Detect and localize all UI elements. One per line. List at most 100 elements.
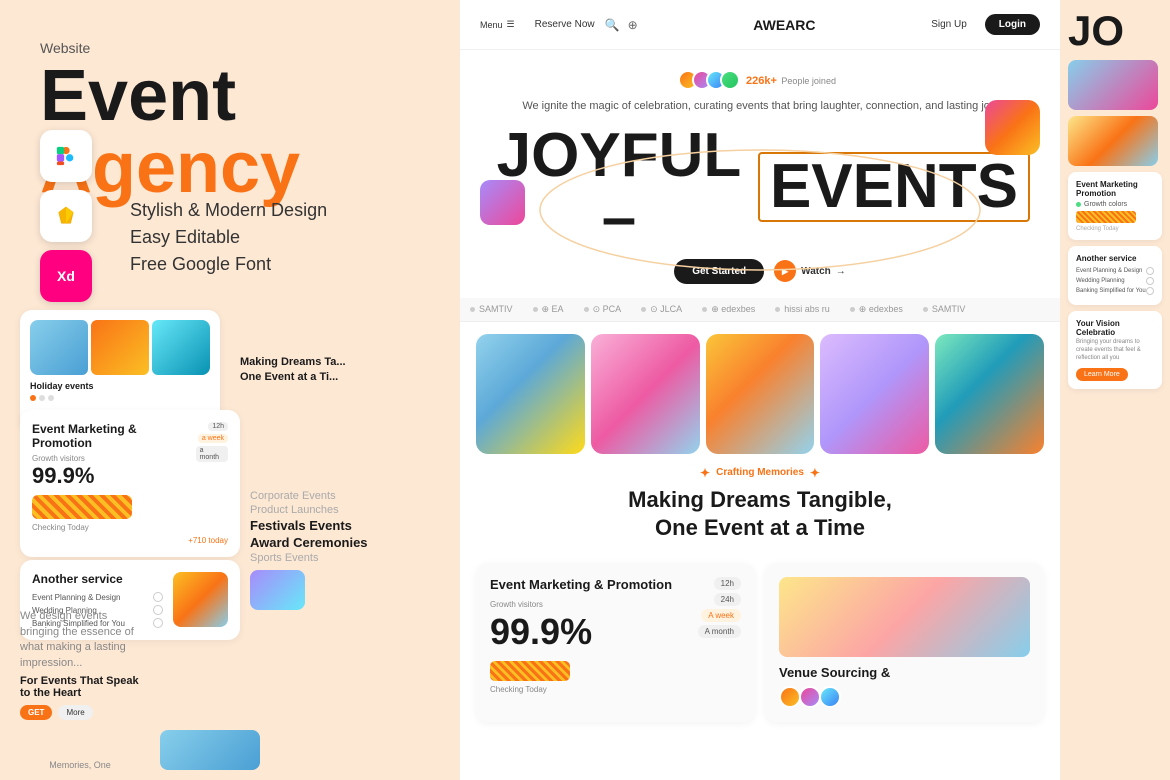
right-mini-img-1 (1068, 60, 1158, 110)
category-label: Website (40, 40, 420, 56)
avatar-4 (720, 70, 740, 90)
venue-card: Venue Sourcing & (765, 563, 1044, 722)
nav-icons: 🔍 ⊕ (605, 18, 638, 32)
venue-title: Venue Sourcing & (779, 665, 1030, 680)
venue-avatar-3 (819, 686, 841, 708)
making-dreams-label: Making Dreams Ta... One Event at a Ti... (240, 355, 450, 386)
bc-stat: 99.9% (490, 611, 672, 653)
event-img (250, 570, 305, 610)
crafting-label: ✦ Crafting Memories ✦ (480, 466, 1040, 480)
figma-icon[interactable] (40, 130, 92, 182)
nav-menu[interactable]: Menu ☰ (480, 19, 515, 30)
right-service-card: Event Marketing Promotion Growth colors … (1068, 172, 1162, 240)
asvc-item-1: Event Planning & Design (1076, 267, 1154, 275)
get-started-button[interactable]: Get Started (674, 259, 764, 284)
nav-login-button[interactable]: Login (985, 14, 1040, 35)
hero-stats-num: 226k+ (746, 75, 777, 87)
hero-section: 226k+ People joined We ignite the magic … (460, 50, 1060, 284)
asvc-item-3: Banking Simplified for You (1076, 287, 1154, 295)
stats-block: 226k+ People joined (746, 71, 836, 89)
left-service-card: Event Marketing & Promotion Growth visit… (20, 410, 240, 557)
rsc-title: Event Marketing Promotion (1076, 180, 1154, 198)
watch-button[interactable]: ▶ Watch → (774, 259, 846, 284)
spark-left-icon: ✦ (700, 466, 710, 480)
sketch-icon[interactable] (40, 190, 92, 242)
gallery-row (460, 322, 1060, 466)
watch-arrow: → (836, 266, 846, 277)
ticker-8: SAMTIV (923, 304, 966, 315)
ticker-7: ⊕ edexbes (850, 304, 903, 315)
another-svc-image (173, 572, 228, 627)
gallery-item-4 (820, 334, 929, 454)
event-marketing-card: Event Marketing & Promotion Growth visit… (476, 563, 755, 722)
memories-label: Memories, One (20, 760, 140, 770)
asvc-circle-3 (1146, 287, 1154, 295)
hero-buttons: Get Started ▶ Watch → (490, 259, 1030, 284)
rsc-checking: Checking Today (1076, 226, 1154, 232)
update-label: +710 today (32, 536, 228, 545)
left-checking-label: Checking Today (32, 523, 196, 532)
hero-stats-label: People joined (781, 76, 836, 86)
stat-badge-1: 12h (208, 422, 228, 431)
gallery-item-2 (591, 334, 700, 454)
left-stat: 99.9% (32, 463, 196, 489)
event-item-1: Corporate Events (250, 490, 430, 502)
feature-item-2: Easy Editable (130, 227, 327, 248)
hero-title: JOYFUL – EVENTS (490, 125, 1030, 249)
asvc-label: Another service (1076, 254, 1154, 263)
more-btn[interactable]: More (58, 705, 92, 720)
nav-brand: AWEARC (648, 17, 922, 33)
share-icon[interactable]: ⊕ (628, 18, 638, 32)
time-badge-4: A month (698, 625, 741, 638)
rsc-bar (1076, 211, 1136, 223)
left-service-title: Event Marketing & Promotion (32, 422, 196, 450)
event-item-5: Sports Events (250, 552, 430, 564)
menu-icon: ☰ (507, 19, 515, 30)
title-event: Event (40, 60, 420, 132)
preview-img-1 (30, 320, 88, 375)
bc-growth: Growth visitors (490, 600, 672, 609)
xd-icon[interactable]: Xd (40, 250, 92, 302)
rv-title: Your Vision Celebratio (1076, 319, 1154, 337)
venue-avatar-1 (779, 686, 801, 708)
feature-item-3: Free Google Font (130, 254, 327, 275)
time-badge-1: 12h (714, 577, 741, 590)
bc-checking: Checking Today (490, 685, 672, 694)
gallery-item-3 (706, 334, 815, 454)
rsc-status-text: Growth colors (1084, 201, 1127, 208)
time-badge-2: 24h (714, 593, 741, 606)
ticker-6: hissi abs ru (775, 304, 830, 315)
feature-item-1: Stylish & Modern Design (130, 200, 327, 221)
right-panel: JO Event Marketing Promotion Growth colo… (1060, 0, 1170, 780)
svc-circle-1 (153, 592, 163, 602)
dot-3 (48, 395, 54, 401)
hero-float-right (985, 100, 1040, 155)
get-btn[interactable]: GET (20, 705, 52, 720)
app-icons-list: Xd (40, 130, 92, 302)
asvc-circle-1 (1146, 267, 1154, 275)
dot-1 (30, 395, 36, 401)
search-icon[interactable]: 🔍 (605, 18, 620, 32)
dot-indicators (30, 395, 210, 401)
avatar-row (684, 70, 740, 90)
watch-play-icon: ▶ (774, 260, 796, 282)
holiday-card-title: Holiday events (30, 381, 210, 391)
nav-signup[interactable]: Sign Up (931, 19, 967, 30)
learn-more-button[interactable]: Learn More (1076, 368, 1128, 381)
stat-badge-3: a month (196, 446, 228, 462)
left-panel: Website Event Agency Xd Styli (0, 0, 460, 780)
left-growth-label: Growth visitors (32, 454, 196, 463)
crafting-section: ✦ Crafting Memories ✦ Making Dreams Tang… (460, 466, 1060, 553)
dot-2 (39, 395, 45, 401)
svc-item-1: Event Planning & Design (32, 593, 121, 602)
asvc-item-2: Wedding Planning (1076, 277, 1154, 285)
time-badge-3: A week (701, 609, 741, 622)
ticker-5: ⊕ edexbes (702, 304, 755, 315)
event-item-4: Award Ceremonies (250, 535, 430, 550)
right-mini-img-2 (1068, 116, 1158, 166)
making-dreams-title: Making Dreams Tangible, One Event at a T… (480, 486, 1040, 543)
nav-reserve[interactable]: Reserve Now (535, 19, 595, 30)
event-item-2: Product Launches (250, 504, 430, 516)
venue-avatar-2 (799, 686, 821, 708)
event-item-3: Festivals Events (250, 518, 430, 533)
